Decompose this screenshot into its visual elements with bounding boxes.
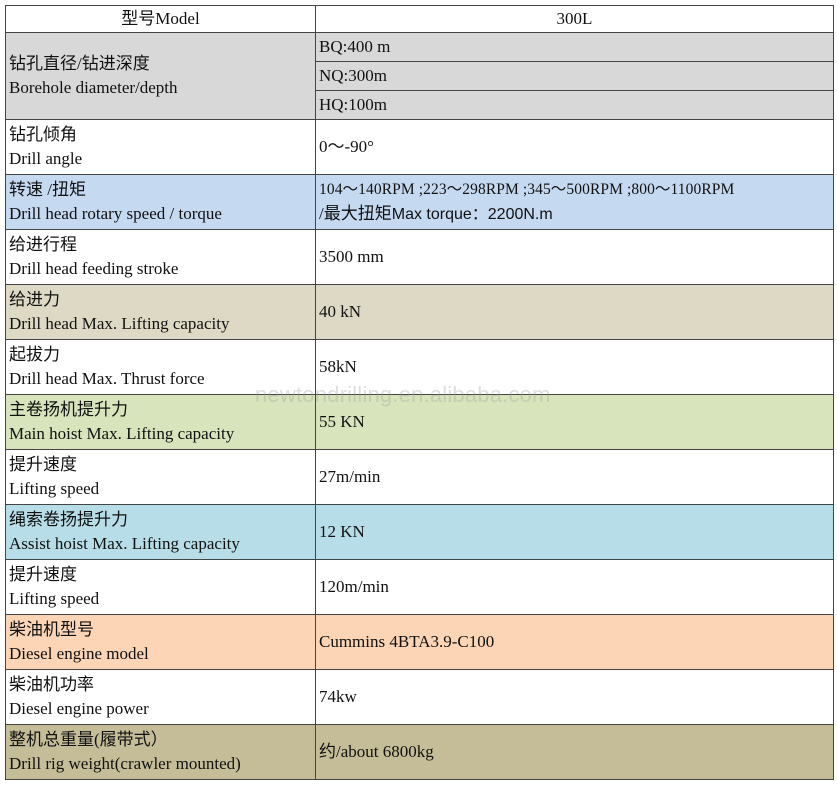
row-label-en: Lifting speed bbox=[9, 479, 100, 498]
row-value: 104～140RPM ;223～298RPM ;345～500RPM ;800～… bbox=[319, 180, 735, 198]
table-row: 提升速度 Lifting speed 27m/min bbox=[5, 449, 834, 505]
borehole-label-cell: 钻孔直径/钻进深度 Borehole diameter/depth bbox=[5, 32, 316, 120]
row-label-en: Diesel engine power bbox=[9, 699, 149, 718]
table-row: 钻孔倾角 Drill angle 0～-90° bbox=[5, 119, 834, 175]
row-label-cell: 主卷扬机提升力 Main hoist Max. Lifting capacity bbox=[5, 394, 316, 450]
row-label-cell: 转速 /扭矩 Drill head rotary speed / torque bbox=[5, 174, 316, 230]
table-row: 给进行程 Drill head feeding stroke 3500 mm bbox=[5, 229, 834, 285]
row-label-en: Drill head Max. Thrust force bbox=[9, 369, 205, 388]
row-label-cn: 转速 /扭矩 bbox=[9, 180, 86, 199]
row-label-cell: 绳索卷扬提升力 Assist hoist Max. Lifting capaci… bbox=[5, 504, 316, 560]
borehole-value-bq: BQ:400 m bbox=[315, 32, 834, 62]
row-label-en: Drill head feeding stroke bbox=[9, 259, 179, 278]
row-label-cn: 起拔力 bbox=[9, 345, 60, 364]
row-value-prefix: /最大扭矩 bbox=[319, 203, 392, 223]
table-row: 整机总重量(履带式） Drill rig weight(crawler moun… bbox=[5, 724, 834, 780]
row-label-en: Main hoist Max. Lifting capacity bbox=[9, 424, 235, 443]
row-label-cell: 钻孔倾角 Drill angle bbox=[5, 119, 316, 175]
borehole-row: 钻孔直径/钻进深度 Borehole diameter/depth BQ:400… bbox=[5, 32, 834, 120]
row-label-en: Drill head Max. Lifting capacity bbox=[9, 314, 230, 333]
row-label-cn: 柴油机型号 bbox=[9, 620, 94, 639]
table-row: 起拔力 Drill head Max. Thrust force 58kN bbox=[5, 339, 834, 395]
row-value: 3500 mm bbox=[315, 229, 834, 285]
row-value: 0～-90° bbox=[315, 119, 834, 175]
row-value: 12 KN bbox=[315, 504, 834, 560]
row-value-cell: 104～140RPM ;223～298RPM ;345～500RPM ;800～… bbox=[315, 174, 834, 230]
row-value: 120m/min bbox=[315, 559, 834, 615]
row-label-en: Lifting speed bbox=[9, 589, 100, 608]
row-label-en: Diesel engine model bbox=[9, 644, 149, 663]
table-row: 提升速度 Lifting speed 120m/min bbox=[5, 559, 834, 615]
row-label-cell: 柴油机功率 Diesel engine power bbox=[5, 669, 316, 725]
row-label-en: Drill head rotary speed / torque bbox=[9, 204, 222, 223]
row-label-cn: 绳索卷扬提升力 bbox=[9, 510, 128, 529]
row-value: 74kw bbox=[315, 669, 834, 725]
header-row: 型号Model 300L bbox=[5, 5, 834, 33]
row-label-en: Assist hoist Max. Lifting capacity bbox=[9, 534, 240, 553]
row-label-cn: 主卷扬机提升力 bbox=[9, 400, 128, 419]
table-row: 绳索卷扬提升力 Assist hoist Max. Lifting capaci… bbox=[5, 504, 834, 560]
borehole-value-hq: HQ:100m bbox=[315, 90, 834, 120]
table-row: 给进力 Drill head Max. Lifting capacity 40 … bbox=[5, 284, 834, 340]
borehole-label-cn: 钻孔直径/钻进深度 bbox=[9, 54, 150, 73]
header-label: 型号Model bbox=[5, 5, 316, 33]
row-label-cell: 给进行程 Drill head feeding stroke bbox=[5, 229, 316, 285]
row-label-cn: 柴油机功率 bbox=[9, 675, 94, 694]
row-label-cell: 提升速度 Lifting speed bbox=[5, 449, 316, 505]
row-label-cell: 柴油机型号 Diesel engine model bbox=[5, 614, 316, 670]
row-value-torque: Max torque：2200N.m bbox=[391, 205, 553, 223]
row-label-cn: 钻孔倾角 bbox=[9, 125, 77, 144]
row-label-cn: 提升速度 bbox=[9, 455, 77, 474]
row-label-cell: 提升速度 Lifting speed bbox=[5, 559, 316, 615]
header-value: 300L bbox=[315, 5, 834, 33]
spec-table: 型号Model 300L 钻孔直径/钻进深度 Borehole diameter… bbox=[5, 5, 834, 780]
row-label-en: Drill angle bbox=[9, 149, 83, 168]
table-row: 柴油机功率 Diesel engine power 74kw bbox=[5, 669, 834, 725]
row-label-cell: 起拔力 Drill head Max. Thrust force bbox=[5, 339, 316, 395]
row-label-cn: 给进行程 bbox=[9, 235, 77, 254]
row-label-cell: 给进力 Drill head Max. Lifting capacity bbox=[5, 284, 316, 340]
row-label-en: Drill rig weight(crawler mounted) bbox=[9, 754, 241, 773]
row-value: Cummins 4BTA3.9-C100 bbox=[315, 614, 834, 670]
row-label-cell: 整机总重量(履带式） Drill rig weight(crawler moun… bbox=[5, 724, 316, 780]
row-value: 27m/min bbox=[315, 449, 834, 505]
row-value: 58kN bbox=[315, 339, 834, 395]
row-label-cn: 提升速度 bbox=[9, 565, 77, 584]
borehole-value-nq: NQ:300m bbox=[315, 61, 834, 91]
row-label-cn: 整机总重量(履带式） bbox=[9, 730, 168, 749]
row-label-cn: 给进力 bbox=[9, 290, 60, 309]
borehole-label-en: Borehole diameter/depth bbox=[9, 78, 178, 97]
row-value: 约/about 6800kg bbox=[315, 724, 834, 780]
row-value: 55 KN bbox=[315, 394, 834, 450]
table-row: 柴油机型号 Diesel engine model Cummins 4BTA3.… bbox=[5, 614, 834, 670]
row-value: 40 kN bbox=[315, 284, 834, 340]
table-row: 主卷扬机提升力 Main hoist Max. Lifting capacity… bbox=[5, 394, 834, 450]
table-row: 转速 /扭矩 Drill head rotary speed / torque … bbox=[5, 174, 834, 230]
